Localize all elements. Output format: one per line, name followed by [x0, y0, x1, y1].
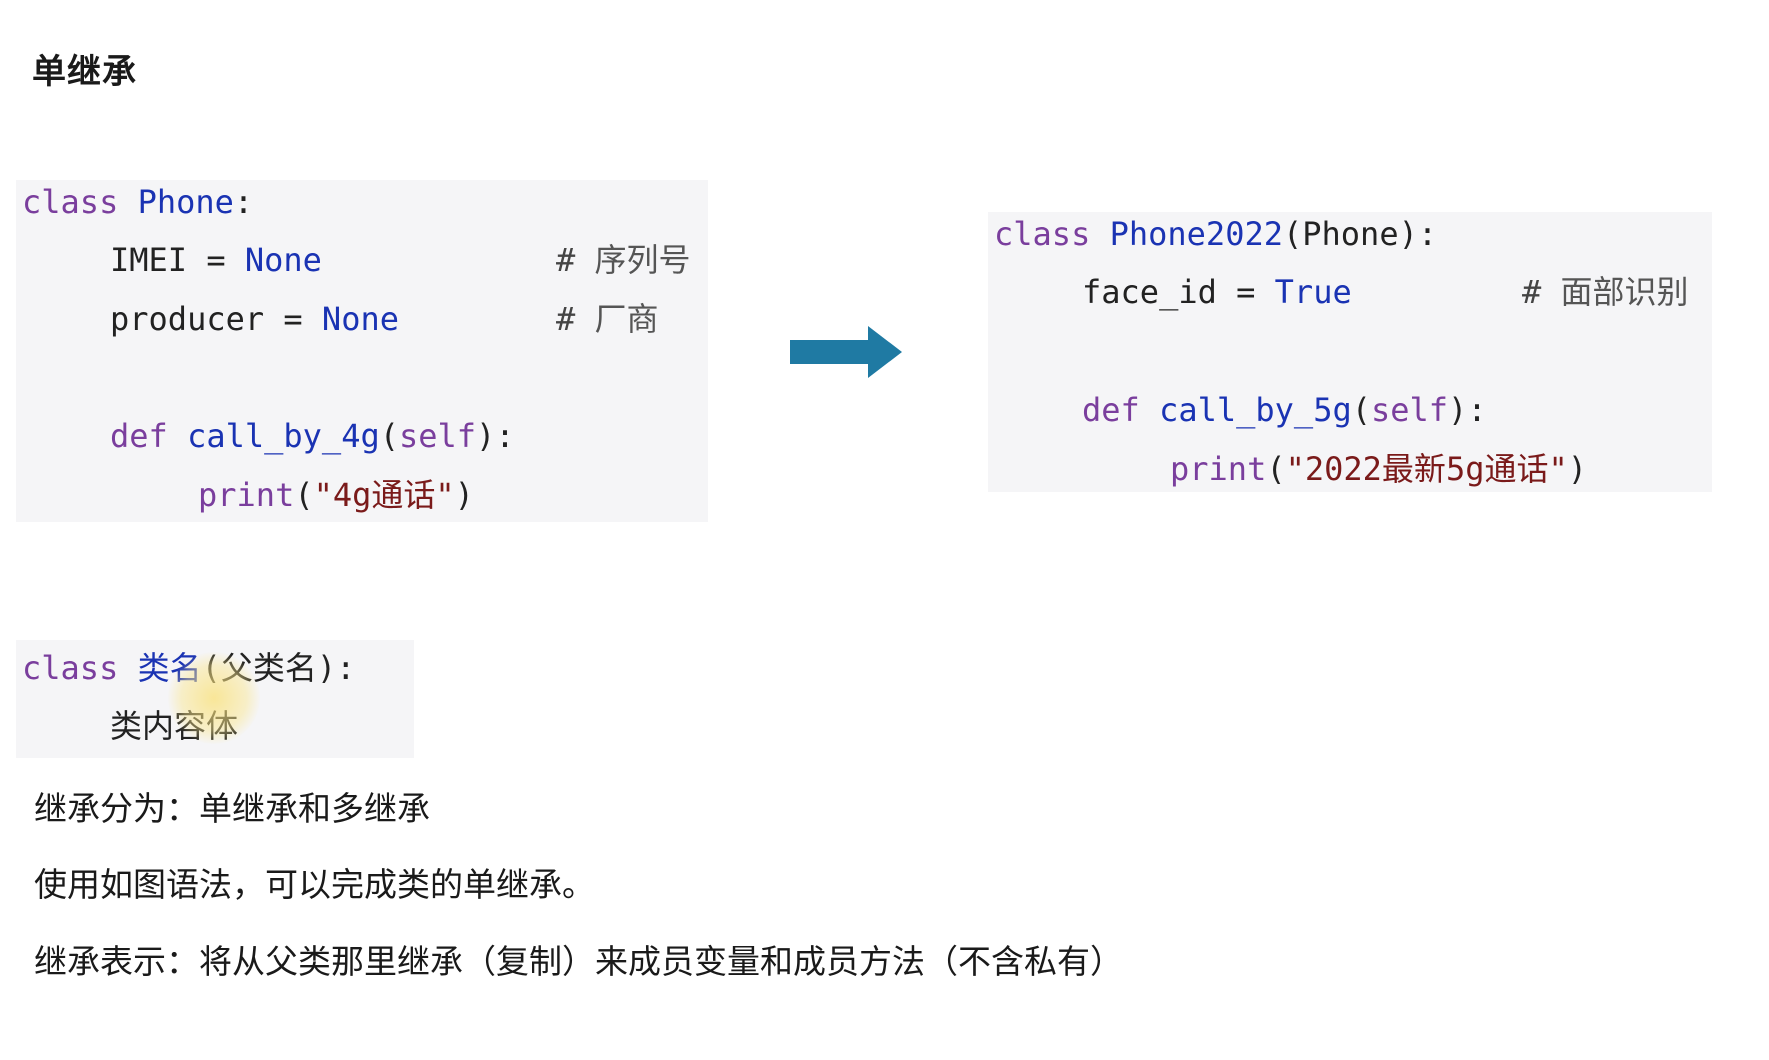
var-imei: IMEI: [110, 241, 188, 279]
param-self: self: [398, 417, 477, 455]
code-line-imei: IMEI = None: [110, 240, 322, 280]
keyword-class: class: [22, 649, 119, 687]
page-title: 单继承: [32, 52, 137, 92]
paren-open: (: [294, 476, 314, 514]
comment-producer: # 厂商: [556, 299, 659, 339]
var-face-id: face_id: [1082, 273, 1217, 311]
equals: =: [1236, 273, 1256, 311]
paren-open: (: [379, 417, 399, 455]
string-quote: ": [1285, 450, 1305, 488]
comment-imei: # 序列号: [556, 240, 691, 280]
paragraph-syntax-usage: 使用如图语法，可以完成类的单继承。: [34, 865, 595, 904]
keyword-def: def: [110, 417, 168, 455]
value-true: True: [1274, 273, 1352, 311]
paren-open: (: [1266, 450, 1286, 488]
keyword-class: class: [22, 183, 119, 221]
string-quote: ": [313, 476, 333, 514]
paragraph-inheritance-meaning: 继承表示：将从父类那里继承（复制）来成员变量和成员方法（不含私有）: [34, 942, 1123, 981]
code-line-producer: producer = None: [110, 299, 399, 339]
comment-hash: #: [556, 300, 576, 338]
keyword-def: def: [1082, 391, 1140, 429]
var-producer: producer: [110, 300, 265, 338]
string-quote: ": [435, 476, 455, 514]
code-line-print-5g: print("2022最新5g通话"): [1170, 449, 1587, 489]
class-name: Phone: [137, 183, 234, 221]
class-name: Phone2022: [1109, 215, 1283, 253]
paragraph-inheritance-types: 继承分为：单继承和多继承: [34, 789, 430, 828]
value-none: None: [244, 241, 322, 279]
code-block-phone2022: class Phone2022(Phone): face_id = True #…: [988, 212, 1712, 492]
code-line-def-4g: def call_by_4g(self):: [110, 416, 515, 456]
string-part-cn: 最新: [1381, 450, 1446, 488]
paren-open: (: [1351, 391, 1371, 429]
code-line-face-id: face_id = True: [1082, 272, 1352, 312]
string-part: 4g: [332, 476, 372, 514]
param-self: self: [1370, 391, 1449, 429]
paren-close: ): [454, 476, 474, 514]
code-line-class-phone: class Phone:: [22, 182, 253, 222]
colon: :: [233, 183, 254, 221]
builtin-print: print: [1170, 450, 1267, 488]
comment-face-id: # 面部识别: [1522, 272, 1689, 312]
code-line-print-4g: print("4g通话"): [198, 475, 474, 515]
value-none: None: [321, 300, 399, 338]
function-name: call_by_5g: [1159, 391, 1352, 429]
string-quote: ": [1548, 450, 1568, 488]
right-arrow-icon: [790, 326, 902, 378]
code-block-phone: class Phone: IMEI = None # 序列号 producer …: [16, 180, 708, 522]
comment-hash: #: [556, 241, 576, 279]
string-part: 2022: [1304, 450, 1382, 488]
comment-text: 面部识别: [1560, 273, 1689, 311]
paren-open: (: [1282, 215, 1303, 253]
parent-class: Phone: [1302, 215, 1399, 253]
builtin-print: print: [198, 476, 295, 514]
code-line-def-5g: def call_by_5g(self):: [1082, 390, 1487, 430]
paren-close: ):: [316, 649, 356, 687]
function-name: call_by_4g: [187, 417, 380, 455]
comment-text: 厂商: [594, 300, 659, 338]
equals: =: [283, 300, 303, 338]
equals: =: [206, 241, 226, 279]
string-part-cn: 通话: [371, 476, 436, 514]
comment-text: 序列号: [594, 241, 691, 279]
paren-close: ):: [1398, 215, 1438, 253]
keyword-class: class: [994, 215, 1091, 253]
string-part-cn: 通话: [1484, 450, 1549, 488]
comment-hash: #: [1522, 273, 1542, 311]
paren-close: ):: [476, 417, 515, 455]
paren-close: ):: [1448, 391, 1487, 429]
cursor-highlight: [168, 652, 260, 744]
string-part: 5g: [1445, 450, 1485, 488]
paren-close: ): [1567, 450, 1588, 488]
code-line-class-phone2022: class Phone2022(Phone):: [994, 214, 1437, 254]
